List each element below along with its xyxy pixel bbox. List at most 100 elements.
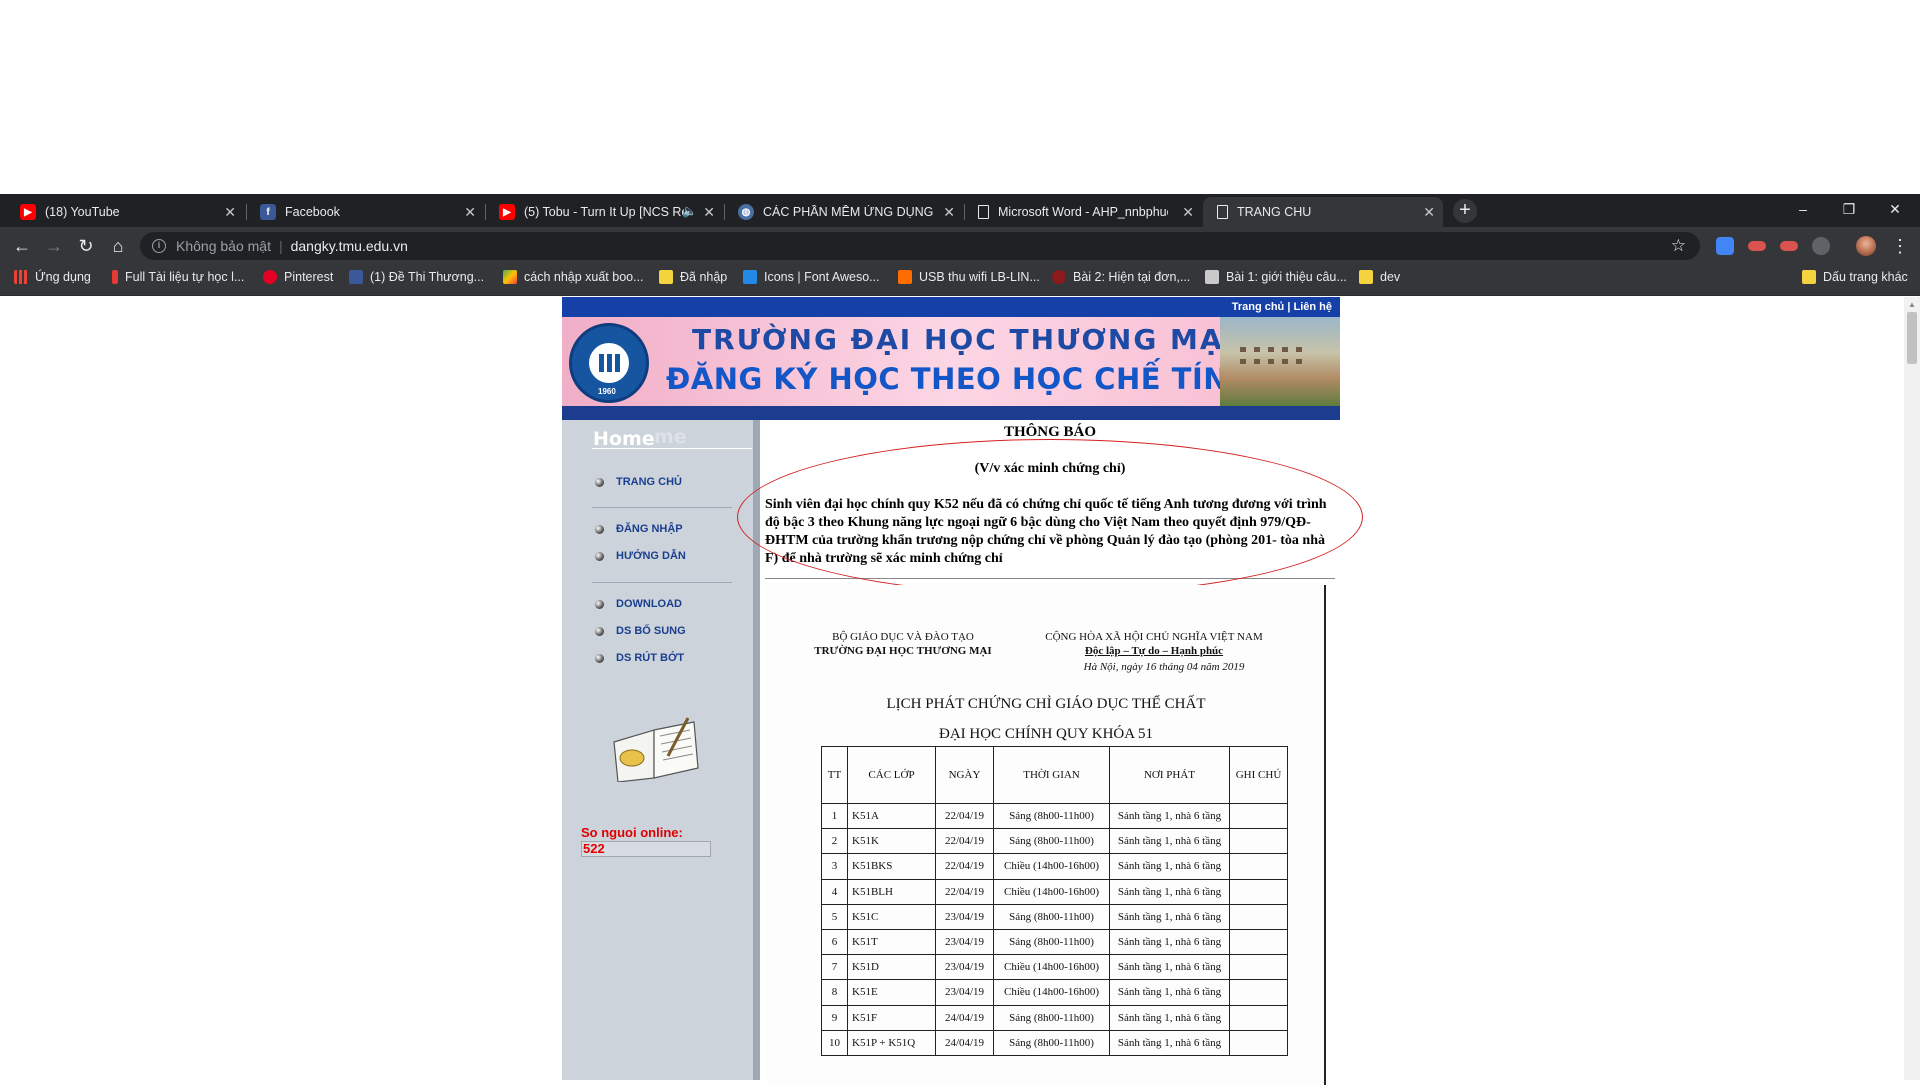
menu-huong-dan[interactable]: HƯỚNG DẪN xyxy=(595,550,686,562)
close-tab-icon[interactable]: ✕ xyxy=(464,204,476,221)
bookmark-item[interactable]: Full Tài liệu tự học l... xyxy=(112,270,244,284)
folder-icon xyxy=(1359,270,1373,284)
tab-facebook[interactable]: f Facebook ✕ xyxy=(246,197,484,227)
bookmark-item[interactable]: USB thu wifi LB-LIN... xyxy=(898,270,1040,284)
bookmark-item[interactable]: Bài 1: giới thiệu câu... xyxy=(1205,270,1347,284)
bullet-icon xyxy=(595,477,604,487)
bookmark-icon xyxy=(1205,270,1219,284)
table-cell: 5 xyxy=(821,903,848,930)
building-window xyxy=(1296,347,1302,352)
tab-word[interactable]: Microsoft Word - AHP_nnbphuo ✕ xyxy=(964,197,1202,227)
bookmark-folder[interactable]: dev xyxy=(1359,270,1400,284)
menu-ds-rut-bot[interactable]: DS RÚT BỚT xyxy=(595,652,684,664)
building-window xyxy=(1268,359,1274,364)
bookmark-item[interactable]: Bài 2: Hiện tại đơn,... xyxy=(1052,270,1190,284)
security-label: Không bảo mật xyxy=(176,238,271,254)
table-cell: 23/04/19 xyxy=(935,954,994,981)
banner-title: TRƯỜNG ĐẠI HỌC THƯƠNG MẠI xyxy=(692,323,1237,356)
url-text[interactable]: dangky.tmu.edu.vn xyxy=(291,238,408,254)
plus-icon: + xyxy=(1459,199,1471,221)
close-tab-icon[interactable]: ✕ xyxy=(1182,204,1194,221)
address-bar[interactable]: i Không bảo mật | dangky.tmu.edu.vn ☆ xyxy=(140,232,1700,260)
table-cell: Sảnh tầng 1, nhà 6 tầng xyxy=(1109,853,1230,880)
other-bookmarks[interactable]: Dấu trang khác xyxy=(1802,270,1908,284)
nav-home-link[interactable]: Trang chủ xyxy=(1232,301,1285,313)
close-icon: ✕ xyxy=(1889,201,1901,217)
translate-extension-icon[interactable] xyxy=(1716,237,1734,255)
scrollbar-thumb[interactable] xyxy=(1907,312,1917,364)
reload-button[interactable]: ↻ xyxy=(74,234,98,258)
tab-youtube[interactable]: ▶ (18) YouTube ✕ xyxy=(6,197,244,227)
new-tab-button[interactable]: + xyxy=(1453,199,1477,223)
bookmark-item[interactable]: Icons | Font Aweso... xyxy=(743,270,880,284)
menu-dang-nhap[interactable]: ĐĂNG NHẬP xyxy=(595,523,683,535)
extension-icon[interactable] xyxy=(1780,241,1798,251)
bookmark-label: Full Tài liệu tự học l... xyxy=(125,270,245,284)
close-tab-icon[interactable]: ✕ xyxy=(1423,204,1435,221)
tab-software[interactable]: ◍ CÁC PHẦN MỀM ỨNG DỤNG TRO ✕ xyxy=(724,197,963,227)
menu-trang-chu[interactable]: TRANG CHỦ xyxy=(595,476,682,488)
close-window-button[interactable]: ✕ xyxy=(1872,194,1918,224)
doc-subtitle: ĐẠI HỌC CHÍNH QUY KHÓA 51 xyxy=(938,726,1154,742)
facebook-icon xyxy=(349,270,363,284)
menu-download[interactable]: DOWNLOAD xyxy=(595,598,682,610)
close-tab-icon[interactable]: ✕ xyxy=(943,204,955,221)
table-cell: Sáng (8h00-11h00) xyxy=(993,1004,1110,1031)
bookmark-icon xyxy=(1052,270,1066,284)
table-row: 3 K51BKS 22/04/19 Chiều (14h00-16h00) Sảnh t… xyxy=(821,853,1288,880)
bullet-icon xyxy=(595,524,604,534)
extension-icon[interactable] xyxy=(1748,241,1766,251)
scroll-up-icon[interactable]: ▲ xyxy=(1907,300,1917,310)
building-window xyxy=(1282,347,1288,352)
bookmark-label: Icons | Font Aweso... xyxy=(764,270,880,284)
menu-label: DS BỔ SUNG xyxy=(616,625,686,637)
menu-label: ĐĂNG NHẬP xyxy=(616,523,683,535)
close-tab-icon[interactable]: ✕ xyxy=(224,204,236,221)
table-cell xyxy=(1229,979,1288,1006)
table-row: 9 K51F 24/04/19 Sáng (8h00-11h00) Sảnh tầng … xyxy=(821,1004,1288,1031)
site-container: Trang chủ | Liên hệ 1960 TRƯỜNG ĐẠI HỌC … xyxy=(562,297,1363,1085)
minimize-button[interactable]: – xyxy=(1780,194,1826,224)
forward-button[interactable]: → xyxy=(42,234,66,258)
menu-ds-bo-sung[interactable]: DS BỔ SUNG xyxy=(595,625,686,637)
audio-icon[interactable]: 🔈 xyxy=(682,204,697,218)
tab-youtube-music[interactable]: ▶ (5) Tobu - Turn It Up [NCS Re 🔈 ✕ xyxy=(485,197,723,227)
home-button[interactable]: ⌂ xyxy=(106,234,130,258)
scrollbar[interactable] xyxy=(1904,297,1920,1080)
open-book-icon xyxy=(613,717,699,782)
table-cell xyxy=(1229,1029,1288,1056)
home-heading-shadow: me xyxy=(654,426,687,448)
table-cell xyxy=(1229,928,1288,956)
column-header: THỜI GIAN xyxy=(993,746,1110,804)
profile-avatar[interactable] xyxy=(1856,236,1876,256)
red-highlight-ellipse xyxy=(737,439,1363,595)
info-icon[interactable]: i xyxy=(152,239,166,253)
table-cell: K51BLH xyxy=(847,878,936,905)
close-tab-icon[interactable]: ✕ xyxy=(703,204,715,221)
bookmark-star-icon[interactable]: ☆ xyxy=(1671,236,1686,256)
table-cell: Sảnh tầng 1, nhà 6 tầng xyxy=(1109,903,1230,930)
logo-year: 1960 xyxy=(598,387,616,396)
back-button[interactable]: ← xyxy=(10,234,34,258)
site-banner: 1960 TRƯỜNG ĐẠI HỌC THƯƠNG MẠI ĐĂNG KÝ H… xyxy=(562,317,1340,406)
extension-icon[interactable] xyxy=(1812,237,1830,255)
maximize-button[interactable]: ❐ xyxy=(1826,194,1872,224)
tab-trang-chu[interactable]: TRANG CHU ✕ xyxy=(1203,197,1443,227)
bookmark-apps[interactable]: Ứng dụng xyxy=(14,270,91,284)
table-row: 2 K51K 22/04/19 Sáng (8h00-11h00) Sảnh tầng … xyxy=(821,828,1288,855)
folder-icon xyxy=(659,270,673,284)
tab-title: Facebook xyxy=(285,205,340,219)
tab-strip: ▶ (18) YouTube ✕ f Facebook ✕ ▶ (5) Tobu… xyxy=(0,194,1920,227)
online-count-value: 522 xyxy=(581,841,711,857)
bookmark-item[interactable]: (1) Đề Thi Thương... xyxy=(349,270,484,284)
nav-contact-link[interactable]: Liên hệ xyxy=(1293,301,1332,313)
bookmark-icon xyxy=(898,270,912,284)
bookmark-folder[interactable]: Đã nhập xyxy=(659,270,727,284)
bookmark-pinterest[interactable]: Pinterest xyxy=(263,270,333,284)
table-cell: K51A xyxy=(847,802,936,830)
folder-icon xyxy=(1802,270,1816,284)
doc-ministry: BỘ GIÁO DỤC VÀ ĐÀO TẠO xyxy=(832,631,974,643)
bookmark-item[interactable]: cách nhập xuất boo... xyxy=(503,270,644,284)
menu-icon[interactable]: ⋮ xyxy=(1888,234,1912,258)
table-cell xyxy=(1229,802,1288,830)
